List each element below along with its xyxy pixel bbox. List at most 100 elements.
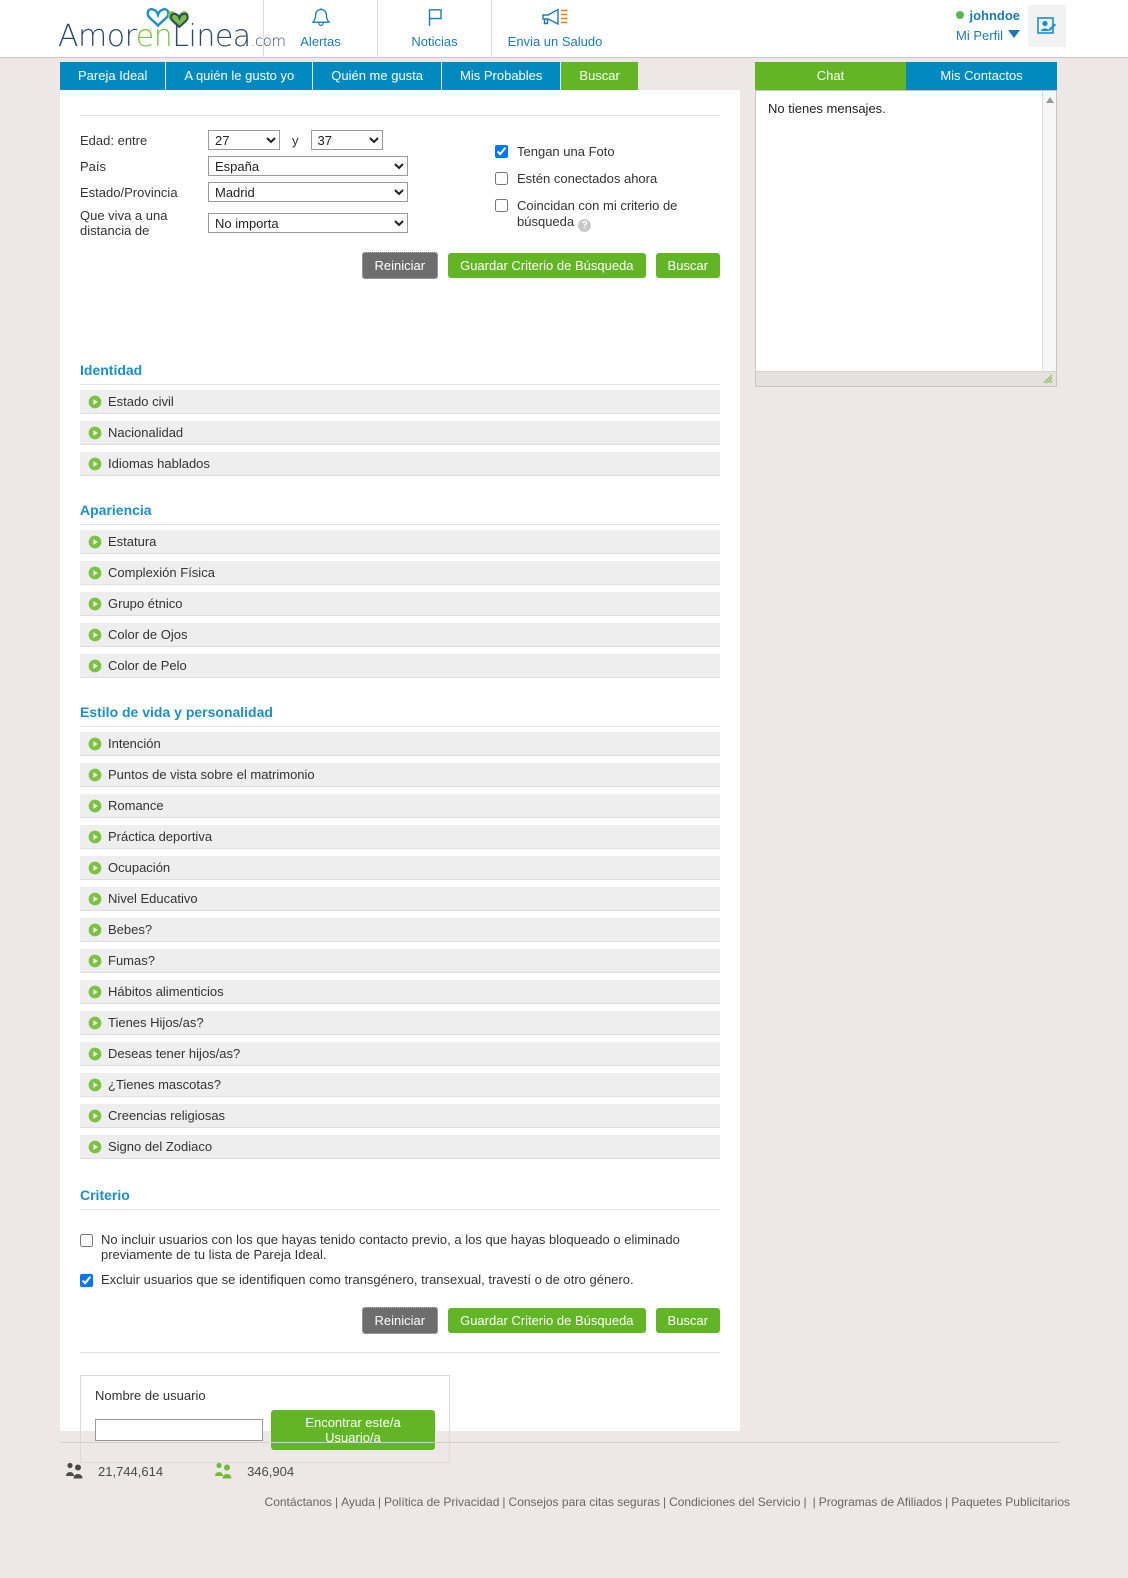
accordion-item-fumas[interactable]: Fumas? [80, 949, 720, 973]
play-circle-icon [88, 597, 102, 610]
accordion-item-color-de-ojos[interactable]: Color de Ojos [80, 623, 720, 647]
user-finder-label: Nombre de usuario [95, 1388, 206, 1403]
exclude-transgender-label[interactable]: Excluir usuarios que se identifiquen com… [101, 1272, 634, 1287]
tab-buscar[interactable]: Buscar [561, 62, 638, 90]
footer-link-politica-de-privacidad[interactable]: Política de Privacidad [384, 1495, 499, 1509]
accordion-item-romance[interactable]: Romance [80, 794, 720, 818]
header-item-alertas[interactable]: Alertas [263, 0, 377, 58]
footer-link-contactanos[interactable]: Contáctanos [265, 1495, 332, 1509]
distance-select[interactable]: No importa [208, 213, 408, 233]
search-button-bottom[interactable]: Buscar [655, 1308, 720, 1333]
play-circle-icon [88, 737, 102, 750]
play-circle-icon [88, 628, 102, 641]
match-criteria-label[interactable]: Coincidan con mi criterio de búsqueda? [517, 198, 725, 232]
profile-edit-button[interactable] [1028, 5, 1066, 47]
accordion-item-creencias-religiosas[interactable]: Creencias religiosas [80, 1104, 720, 1128]
accordion-item-estado-civil[interactable]: Estado civil [80, 390, 720, 414]
header-item-noticias[interactable]: Noticias [377, 0, 491, 58]
chat-empty-message: No tienes mensajes. [768, 101, 886, 116]
accordion-item-nacionalidad[interactable]: Nacionalidad [80, 421, 720, 445]
exclude-contacted-label[interactable]: No incluir usuarios con los que hayas te… [101, 1232, 720, 1262]
footer-link-consejos-citas-seguras[interactable]: Consejos para citas seguras [509, 1495, 660, 1509]
footer-link-paquetes-publicitarios[interactable]: Paquetes Publicitarios [951, 1495, 1070, 1509]
tab-quien-me-gusta[interactable]: Quién me gusta [313, 62, 442, 90]
header-item-envia-un-saludo[interactable]: Envia un Saludo [491, 0, 618, 58]
username-row[interactable]: johndoe [956, 6, 1020, 26]
tab-mis-probables[interactable]: Mis Probables [442, 62, 561, 90]
reset-button-bottom[interactable]: Reiniciar [361, 1307, 439, 1334]
online-now-label[interactable]: Estén conectados ahora [517, 171, 657, 187]
footer-stats: 21,744,614 346,904 [62, 1461, 342, 1481]
accordion-item-tienes-hijos[interactable]: Tienes Hijos/as? [80, 1011, 720, 1035]
resize-grip-icon[interactable] [1043, 374, 1053, 384]
accordion-item-label: Creencias religiosas [108, 1108, 226, 1123]
tab-pareja-ideal[interactable]: Pareja Ideal [60, 62, 166, 90]
search-button-top[interactable]: Buscar [655, 253, 720, 278]
footer-divider [60, 1442, 1060, 1443]
help-icon[interactable]: ? [578, 219, 592, 232]
match-criteria-checkbox[interactable] [495, 199, 508, 212]
online-now-checkbox[interactable] [495, 172, 508, 185]
footer-link-programas-de-afiliados[interactable]: Programas de Afiliados [819, 1495, 942, 1509]
reset-button-top[interactable]: Reiniciar [361, 252, 439, 279]
flag-icon [378, 5, 491, 33]
chat-scrollbar[interactable] [1042, 91, 1056, 386]
find-user-button[interactable]: Encontrar este/a Usuario/a [271, 1410, 435, 1450]
state-select[interactable]: Madrid [208, 182, 408, 202]
accordion-item-intencion[interactable]: Intención [80, 732, 720, 756]
accordion-item-complexion-fisica[interactable]: Complexión Física [80, 561, 720, 585]
has-photo-checkbox[interactable] [495, 145, 508, 158]
accordion-item-label: Puntos de vista sobre el matrimonio [108, 767, 315, 782]
accordion-item-ocupacion[interactable]: Ocupación [80, 856, 720, 880]
logo-text-amor: Amor [58, 19, 136, 54]
footer-link-condiciones-del-servicio[interactable]: Condiciones del Servicio [669, 1495, 800, 1509]
play-circle-icon [88, 566, 102, 579]
tab-chat[interactable]: Chat [755, 62, 906, 90]
accordion-item-deseas-tener-hijos[interactable]: Deseas tener hijos/as? [80, 1042, 720, 1066]
accordion-item-practica-deportiva[interactable]: Práctica deportiva [80, 825, 720, 849]
content-divider [80, 1352, 720, 1353]
accordion-item-idiomas-hablados[interactable]: Idiomas hablados [80, 452, 720, 476]
accordion-item-habitos-alimenticios[interactable]: Hábitos alimenticios [80, 980, 720, 1004]
section-criterio: Criterio No incluir usuarios con los que… [80, 1187, 720, 1334]
save-criteria-button-top[interactable]: Guardar Criterio de Búsqueda [448, 253, 646, 278]
footer-link-ayuda[interactable]: Ayuda [341, 1495, 375, 1509]
scroll-up-arrow-icon[interactable] [1046, 97, 1054, 103]
site-logo[interactable]: AmorenLinea.com [58, 6, 286, 54]
has-photo-label[interactable]: Tengan una Foto [517, 144, 615, 160]
play-circle-icon [88, 535, 102, 548]
accordion-item-nivel-educativo[interactable]: Nivel Educativo [80, 887, 720, 911]
accordion-item-label: Nacionalidad [108, 425, 184, 440]
tab-mis-contactos[interactable]: Mis Contactos [906, 62, 1057, 90]
checkbox-row-has-photo: Tengan una Foto [495, 144, 725, 160]
country-select[interactable]: España [208, 156, 408, 176]
stat-total-users: 21,744,614 [62, 1461, 163, 1481]
accordion-item-color-de-pelo[interactable]: Color de Pelo [80, 654, 720, 678]
exclude-transgender-checkbox[interactable] [80, 1274, 93, 1287]
age-to-select[interactable]: 37 [310, 130, 383, 150]
section-title-criterio: Criterio [80, 1187, 720, 1210]
username-input[interactable] [95, 1419, 263, 1441]
accordion-item-grupo-etnico[interactable]: Grupo étnico [80, 592, 720, 616]
my-profile-dropdown[interactable]: Mi Perfil [956, 26, 1020, 46]
chat-panel: No tienes mensajes. [755, 90, 1057, 387]
age-from-select[interactable]: 27 [208, 130, 280, 150]
accordion-item-puntos-de-vista-matrimonio[interactable]: Puntos de vista sobre el matrimonio [80, 763, 720, 787]
accordion-item-label: Color de Ojos [108, 627, 188, 642]
bell-icon [264, 5, 377, 33]
accordion-item-bebes[interactable]: Bebes? [80, 918, 720, 942]
section-apariencia: Apariencia Estatura Complexión Física Gr… [80, 502, 720, 678]
criterio-row-exclude-transgender: Excluir usuarios que se identifiquen com… [80, 1272, 720, 1287]
accordion-item-label: Complexión Física [108, 565, 215, 580]
accordion-item-tienes-mascotas[interactable]: ¿Tienes mascotas? [80, 1073, 720, 1097]
accordion-item-estatura[interactable]: Estatura [80, 530, 720, 554]
accordion-item-label: Signo del Zodiaco [108, 1139, 213, 1154]
accordion-item-label: Tienes Hijos/as? [108, 1015, 204, 1030]
exclude-contacted-checkbox[interactable] [80, 1234, 93, 1247]
page-root: AmorenLinea.com Alertas Noticias Envia u… [0, 0, 1128, 1578]
play-circle-icon [88, 861, 102, 874]
accordion-item-label: Hábitos alimenticios [108, 984, 224, 999]
tab-a-quien-le-gusto-yo[interactable]: A quién le gusto yo [166, 62, 313, 90]
accordion-item-signo-del-zodiaco[interactable]: Signo del Zodiaco [80, 1135, 720, 1159]
save-criteria-button-bottom[interactable]: Guardar Criterio de Búsqueda [448, 1308, 646, 1333]
